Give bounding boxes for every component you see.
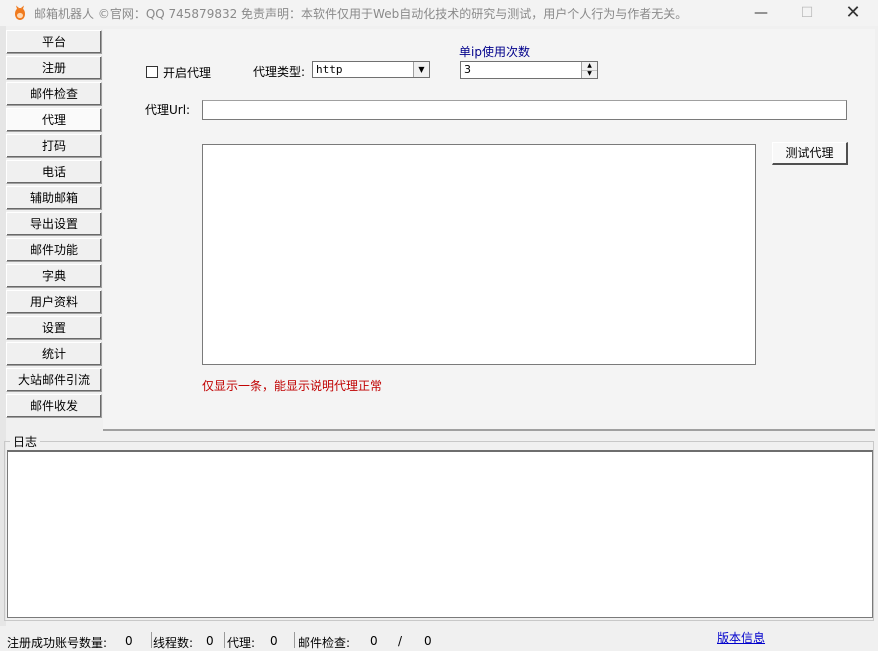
proxy-url-input[interactable] xyxy=(202,100,847,120)
log-textarea[interactable] xyxy=(7,450,873,618)
proxy-count-value: 0 xyxy=(270,634,278,648)
ip-use-count-label: 单ip使用次数 xyxy=(459,45,530,59)
enable-proxy-label[interactable]: 开启代理 xyxy=(163,64,211,81)
sidebar-item-4[interactable]: 打码 xyxy=(6,134,102,158)
status-divider xyxy=(151,632,152,648)
proxy-type-select[interactable]: http ▼ xyxy=(312,61,430,78)
sidebar-item-10[interactable]: 用户资料 xyxy=(6,290,102,314)
sidebar-item-12[interactable]: 统计 xyxy=(6,342,102,366)
stepper-down-icon[interactable]: ▼ xyxy=(582,70,597,78)
sidebar-item-13[interactable]: 大站邮件引流 xyxy=(6,368,102,392)
stepper-buttons: ▲ ▼ xyxy=(581,62,597,78)
sidebar-item-2[interactable]: 邮件检查 xyxy=(6,82,102,106)
sidebar-item-0[interactable]: 平台 xyxy=(6,30,102,54)
ip-use-count-stepper[interactable]: 3 ▲ ▼ xyxy=(460,61,598,79)
test-proxy-button[interactable]: 测试代理 xyxy=(772,142,848,165)
proxy-url-label: 代理Url: xyxy=(145,103,191,117)
log-title: 日志 xyxy=(10,433,41,450)
sidebar-item-5[interactable]: 电话 xyxy=(6,160,102,184)
sidebar-item-14[interactable]: 邮件收发 xyxy=(6,394,102,418)
close-button[interactable]: ✕ xyxy=(830,0,876,26)
proxy-type-value: http xyxy=(316,63,343,76)
mail-check-total: 0 xyxy=(424,634,432,648)
ip-use-count-value: 3 xyxy=(464,63,471,76)
enable-proxy-checkbox[interactable] xyxy=(146,66,158,78)
status-divider xyxy=(294,632,295,648)
mail-check-separator: / xyxy=(398,634,403,648)
version-info-link[interactable]: 版本信息 xyxy=(717,629,765,646)
mail-check-label: 邮件检查: xyxy=(298,636,351,650)
sidebar-item-8[interactable]: 邮件功能 xyxy=(6,238,102,262)
thread-count-value: 0 xyxy=(206,634,214,648)
proxy-test-result-box[interactable] xyxy=(202,144,756,365)
maximize-button[interactable]: ☐ xyxy=(784,0,830,26)
sidebar-item-6[interactable]: 辅助邮箱 xyxy=(6,186,102,210)
proxy-hint-text: 仅显示一条，能显示说明代理正常 xyxy=(202,379,383,393)
sidebar-item-3[interactable]: 代理 xyxy=(6,108,102,132)
app-logo-icon xyxy=(15,5,25,20)
dropdown-arrow-icon[interactable]: ▼ xyxy=(413,62,429,77)
sidebar-item-1[interactable]: 注册 xyxy=(6,56,102,80)
mail-check-value: 0 xyxy=(370,634,378,648)
window-title: 邮箱机器人 ©官网：QQ 745879832 免责声明：本软件仅用于Web自动化… xyxy=(34,7,688,21)
thread-count-label: 线程数: xyxy=(153,636,194,650)
proxy-count-label: 代理: xyxy=(227,636,256,650)
registered-count-label: 注册成功账号数量: xyxy=(7,636,108,650)
registered-count-value: 0 xyxy=(125,634,133,648)
sidebar-item-7[interactable]: 导出设置 xyxy=(6,212,102,236)
sidebar-item-9[interactable]: 字典 xyxy=(6,264,102,288)
proxy-type-label: 代理类型: xyxy=(253,65,306,79)
minimize-button[interactable]: — xyxy=(738,0,784,26)
status-divider xyxy=(224,632,225,648)
sidebar-item-11[interactable]: 设置 xyxy=(6,316,102,340)
